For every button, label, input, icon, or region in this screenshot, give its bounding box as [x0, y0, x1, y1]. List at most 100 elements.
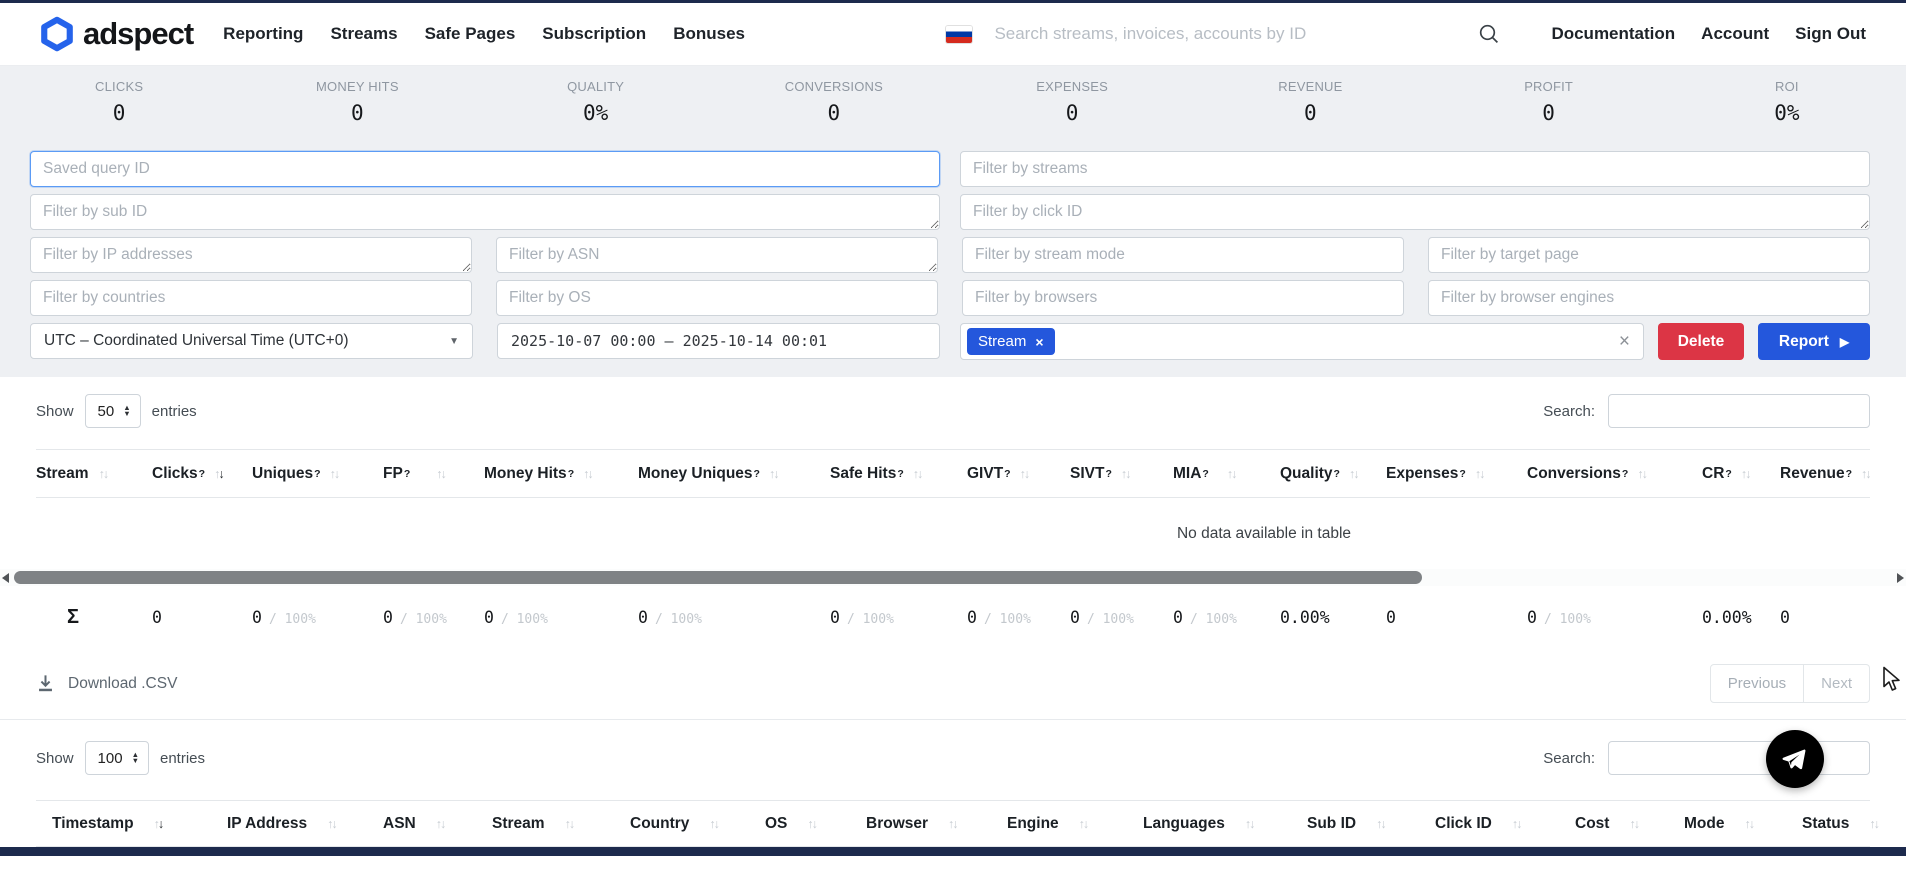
group-by-tags-field[interactable]: Stream × × — [960, 323, 1644, 360]
table1-search-input[interactable] — [1608, 394, 1870, 428]
column-header-revenue[interactable]: Revenue?↑↓ — [1780, 465, 1880, 483]
filter-os-input[interactable] — [496, 280, 938, 316]
column-header-status[interactable]: Status↑↓ — [1802, 815, 1906, 833]
page-size-value: 100 — [98, 750, 123, 767]
totals-cell-mia: 0/ 100% — [1173, 608, 1280, 627]
clear-tags-icon[interactable]: × — [1619, 332, 1630, 351]
column-label: Engine — [1007, 815, 1059, 833]
column-header-cr[interactable]: CR?↑↓ — [1702, 465, 1780, 483]
brand-name: adspect — [83, 16, 193, 52]
timezone-select[interactable]: UTC – Coordinated Universal Time (UTC+0)… — [30, 323, 473, 359]
nav-link-streams[interactable]: Streams — [330, 24, 397, 44]
nav-link-reporting[interactable]: Reporting — [223, 24, 303, 44]
filter-asn-input[interactable] — [496, 237, 938, 273]
download-icon — [36, 674, 55, 693]
filter-streams-input[interactable] — [960, 151, 1870, 187]
column-header-sub-id[interactable]: Sub ID↑↓ — [1307, 815, 1435, 833]
help-marker: ? — [897, 468, 903, 480]
stat-value: 0% — [1668, 101, 1906, 125]
column-header-mode[interactable]: Mode↑↓ — [1684, 815, 1802, 833]
column-header-country[interactable]: Country↑↓ — [630, 815, 765, 833]
column-header-quality[interactable]: Quality?↑↓ — [1280, 465, 1386, 483]
column-label: Timestamp — [52, 815, 134, 833]
delete-button[interactable]: Delete — [1658, 323, 1744, 360]
column-header-mia[interactable]: MIA?↑↓ — [1173, 465, 1280, 483]
page-size-select-1[interactable]: 50 ▲▼ — [85, 394, 141, 428]
sort-icon: ↑↓ — [436, 467, 445, 481]
filter-countries-input[interactable] — [30, 280, 472, 316]
report-button[interactable]: Report ▶ — [1758, 323, 1870, 360]
previous-button[interactable]: Previous — [1710, 664, 1804, 703]
stat-value: 0 — [1191, 101, 1429, 125]
next-button[interactable]: Next — [1804, 664, 1870, 703]
stat-value: 0 — [1430, 101, 1668, 125]
download-label: Download .CSV — [68, 675, 177, 693]
column-header-click-id[interactable]: Click ID↑↓ — [1435, 815, 1575, 833]
totals-cell-clicks: 0 — [152, 608, 252, 627]
help-marker: ? — [1004, 468, 1010, 480]
column-header-engine[interactable]: Engine↑↓ — [1007, 815, 1143, 833]
nav-link-documentation[interactable]: Documentation — [1551, 24, 1675, 44]
filter-click-id-input[interactable] — [960, 194, 1870, 230]
help-marker: ? — [1846, 468, 1852, 480]
filter-ip-input[interactable] — [30, 237, 472, 273]
column-header-sivt[interactable]: SIVT?↑↓ — [1070, 465, 1173, 483]
column-header-givt[interactable]: GIVT?↑↓ — [967, 465, 1070, 483]
help-marker: ? — [404, 468, 410, 480]
spinner-arrows-icon: ▲▼ — [123, 405, 130, 418]
search-label: Search: — [1543, 750, 1595, 767]
column-header-timestamp[interactable]: Timestamp↑↓ — [36, 815, 227, 833]
stat-roi: ROI0% — [1668, 79, 1906, 125]
scroll-right-arrow[interactable] — [1897, 573, 1904, 583]
scroll-left-arrow[interactable] — [2, 573, 9, 583]
column-header-fp[interactable]: FP?↑↓ — [383, 465, 484, 483]
page-size-select-2[interactable]: 100 ▲▼ — [85, 741, 149, 775]
sort-icon: ↑↓ — [1629, 817, 1638, 831]
global-search-input[interactable] — [994, 24, 1472, 44]
filter-stream-mode-input[interactable] — [962, 237, 1404, 273]
column-header-asn[interactable]: ASN↑↓ — [383, 815, 492, 833]
column-header-ip-address[interactable]: IP Address↑↓ — [227, 815, 383, 833]
column-header-os[interactable]: OS↑↓ — [765, 815, 866, 833]
column-header-stream[interactable]: Stream↑↓ — [492, 815, 630, 833]
column-header-money-uniques[interactable]: Money Uniques?↑↓ — [638, 465, 830, 483]
nav-link-account[interactable]: Account — [1701, 24, 1769, 44]
table2-search-input[interactable] — [1608, 741, 1870, 775]
saved-query-input[interactable] — [30, 151, 940, 187]
sort-icon: ↑↓ — [1349, 467, 1358, 481]
column-header-safe-hits[interactable]: Safe Hits?↑↓ — [830, 465, 967, 483]
column-header-browser[interactable]: Browser↑↓ — [866, 815, 1007, 833]
navbar: adspect Reporting Streams Safe Pages Sub… — [0, 3, 1906, 66]
column-header-expenses[interactable]: Expenses?↑↓ — [1386, 465, 1527, 483]
date-range-input[interactable]: 2025-10-07 00:00 – 2025-10-14 00:01 — [497, 323, 940, 359]
filter-browsers-input[interactable] — [962, 280, 1404, 316]
totals-cell-money-uniques: 0/ 100% — [638, 608, 830, 627]
filter-sub-id-input[interactable] — [30, 194, 940, 230]
stat-conversions: CONVERSIONS0 — [715, 79, 953, 125]
filter-browser-engines-input[interactable] — [1428, 280, 1870, 316]
brand-logo[interactable]: adspect — [40, 16, 193, 52]
help-marker: ? — [1334, 468, 1340, 480]
column-header-conversions[interactable]: Conversions?↑↓ — [1527, 465, 1702, 483]
column-header-clicks[interactable]: Clicks?↑↓ — [152, 465, 252, 483]
search-icon[interactable] — [1478, 23, 1500, 45]
column-header-money-hits[interactable]: Money Hits?↑↓ — [484, 465, 638, 483]
filter-target-page-input[interactable] — [1428, 237, 1870, 273]
stream-filter-tag[interactable]: Stream × — [967, 328, 1055, 355]
horizontal-scrollbar[interactable] — [0, 569, 1906, 586]
column-label: Status — [1802, 815, 1849, 833]
remove-tag-icon[interactable]: × — [1035, 334, 1043, 350]
language-flag-icon[interactable] — [946, 26, 972, 43]
scrollbar-thumb[interactable] — [14, 571, 1422, 584]
sort-icon: ↑↓ — [1861, 467, 1870, 481]
nav-link-safe-pages[interactable]: Safe Pages — [425, 24, 516, 44]
column-header-cost[interactable]: Cost↑↓ — [1575, 815, 1684, 833]
nav-link-sign-out[interactable]: Sign Out — [1795, 24, 1866, 44]
column-header-stream[interactable]: Stream↑↓ — [36, 465, 152, 483]
column-header-languages[interactable]: Languages↑↓ — [1143, 815, 1307, 833]
nav-link-subscription[interactable]: Subscription — [542, 24, 646, 44]
nav-link-bonuses[interactable]: Bonuses — [673, 24, 745, 44]
download-csv-button[interactable]: Download .CSV — [36, 674, 177, 693]
telegram-button[interactable] — [1766, 730, 1824, 788]
column-header-uniques[interactable]: Uniques?↑↓ — [252, 465, 383, 483]
